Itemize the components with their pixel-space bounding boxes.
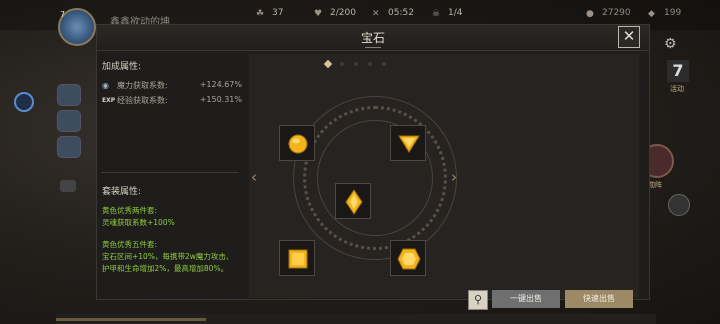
stat-row-magic: ◉ 魔力获取系数: +124.67%: [102, 80, 242, 94]
page-dot[interactable]: [382, 62, 386, 66]
bonus-title: 加成属性:: [102, 62, 142, 72]
close-button[interactable]: ✕: [618, 26, 640, 48]
gem-dialog: 宝石 ✕ 加成属性: ◉ 魔力获取系数: +124.67% EXP 经验获取系数…: [96, 24, 650, 310]
shield-icon[interactable]: [668, 194, 690, 216]
gem-slot-square[interactable]: [279, 240, 315, 276]
hud-currency-2: ◆ 199: [648, 8, 681, 19]
exp-icon: EXP: [102, 97, 116, 104]
set-bonus-title: 套装属性:: [102, 187, 142, 197]
heart-icon: ♥: [314, 9, 323, 19]
section-divider: [101, 172, 239, 173]
gem-slot-hexagon[interactable]: [390, 240, 426, 276]
hud-stat-souls: ☘ 37: [256, 8, 283, 19]
crossed-swords-icon: ✕: [372, 9, 380, 19]
hud-timer-value: 05:52: [388, 8, 414, 18]
sell-all-button[interactable]: 一键出售: [492, 290, 560, 308]
hud-stat-waves-value: 1/4: [448, 8, 463, 18]
two-piece-title: 黄色优秀两件套:: [102, 206, 158, 215]
stat-label: 经验获取系数:: [117, 96, 168, 105]
level-badge[interactable]: 7: [667, 60, 689, 82]
hud-stat-capacity-value: 2/200: [330, 8, 356, 18]
player-level: 7: [60, 10, 66, 19]
progress-fill: [56, 318, 206, 321]
page-dot[interactable]: [368, 62, 372, 66]
skull-icon: ☠: [432, 9, 441, 19]
gem-currency-icon: ◆: [648, 9, 655, 19]
triangle-gem-icon: [398, 135, 420, 153]
hero-slot[interactable]: [57, 110, 81, 132]
stat-value: +124.67%: [199, 80, 242, 89]
gem-slot-diamond[interactable]: [335, 183, 371, 219]
circle-gem-icon: [288, 134, 308, 154]
coin-icon: ●: [586, 9, 594, 19]
hero-list: [57, 84, 85, 162]
page-dot[interactable]: [354, 62, 358, 66]
five-piece-text-1: 宝石区间+10%，每携带2w魔力攻击、: [102, 252, 234, 261]
side-menu-button[interactable]: [14, 92, 34, 112]
quick-sell-button[interactable]: 快速出售: [565, 290, 633, 308]
five-piece-title: 黄色优秀五件套:: [102, 240, 158, 249]
activity-label[interactable]: 活动: [670, 84, 684, 94]
hud-currency-1-value: 27290: [602, 8, 631, 18]
hud-stat-waves: ☠ 1/4: [432, 8, 462, 19]
hud-timer: ✕ 05:52: [372, 8, 414, 19]
prev-page-arrow[interactable]: ‹: [251, 168, 257, 186]
gem-slot-triangle[interactable]: [390, 125, 426, 161]
magic-orb-icon: ◉: [102, 81, 109, 90]
hud-stat-souls-value: 37: [272, 8, 284, 18]
stat-row-exp: EXP 经验获取系数: +150.31%: [102, 95, 242, 109]
gem-slots-panel: ‹ › ⚲ 一键出售 快速出售: [249, 54, 639, 310]
hexagon-gem-icon: [397, 248, 421, 270]
square-gem-icon: [288, 249, 308, 269]
page-dot-active[interactable]: [323, 59, 333, 69]
two-piece-text: 灵魂获取系数+100%: [102, 218, 175, 227]
attribute-panel: 加成属性: ◉ 魔力获取系数: +124.67% EXP 经验获取系数: +15…: [97, 52, 247, 298]
page-indicator: [323, 59, 405, 69]
progress-bar: [56, 314, 656, 324]
title-ornament: [365, 44, 381, 48]
filter-button[interactable]: ⚲: [468, 290, 488, 310]
hud-currency-2-value: 199: [664, 8, 682, 18]
soul-icon: ☘: [256, 9, 265, 19]
hud-currency-1: ● 27290: [586, 8, 631, 19]
hero-slot[interactable]: [57, 84, 81, 106]
stat-value: +150.31%: [199, 95, 242, 104]
gem-slot-circle[interactable]: [279, 125, 315, 161]
diamond-gem-icon: [345, 189, 363, 215]
hero-slot[interactable]: [57, 136, 81, 158]
chat-icon[interactable]: [60, 180, 76, 192]
page-dot[interactable]: [340, 62, 344, 66]
five-piece-text-2: 护甲和生命增加2%，最高增加80%。: [102, 264, 229, 273]
dialog-header: 宝石 ✕: [97, 25, 649, 51]
stat-label: 魔力获取系数:: [117, 81, 168, 90]
gear-icon[interactable]: ⚙: [664, 36, 680, 52]
hud-stat-capacity: ♥ 2/200: [314, 8, 356, 19]
formation-label[interactable]: 勋阵: [648, 180, 662, 190]
